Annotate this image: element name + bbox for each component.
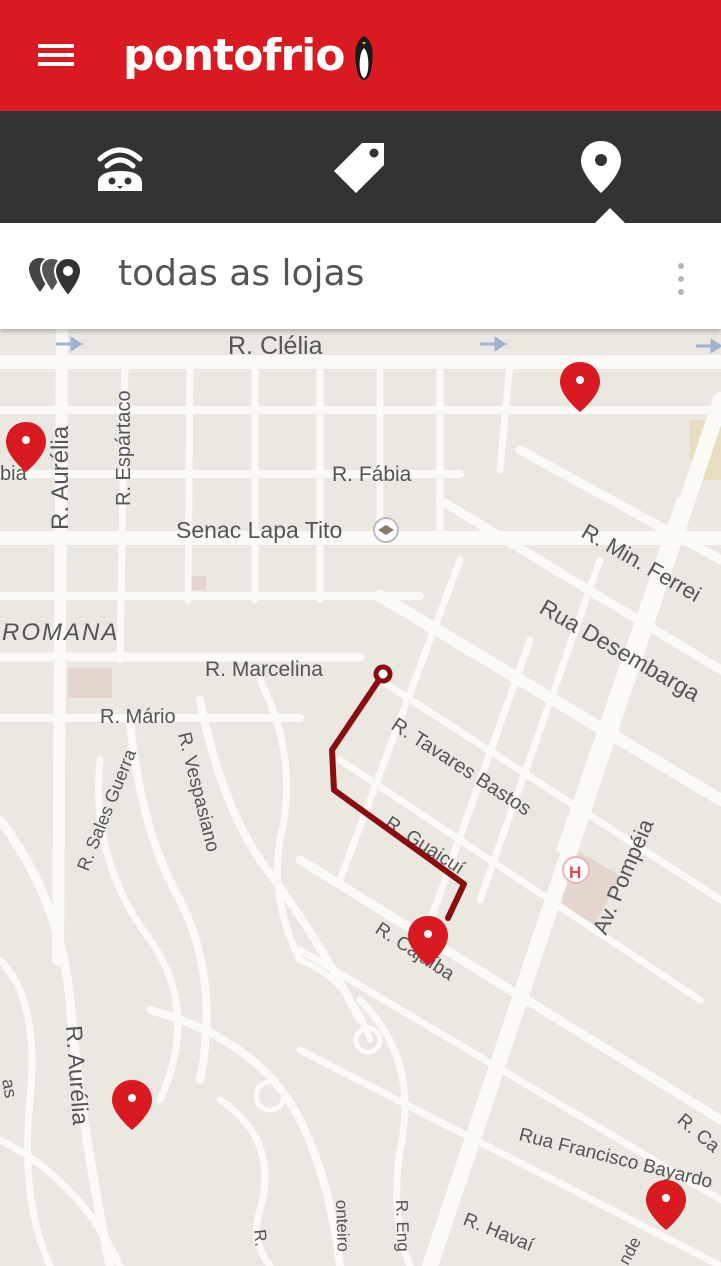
active-tab-indicator <box>595 208 625 223</box>
street-label: R. <box>250 1228 271 1247</box>
store-map[interactable]: R. Clélia R. Aurélia R. Espártaco R. Fáb… <box>0 329 721 1266</box>
location-pin-icon <box>580 141 621 193</box>
route-origin-marker <box>373 664 393 684</box>
street-label: R. Aurélia <box>47 425 74 530</box>
tab-stores[interactable] <box>480 111 721 223</box>
more-vert-icon[interactable] <box>668 260 694 300</box>
app-bar: pontofrio <box>0 0 721 111</box>
street-label: R. Mário <box>100 706 176 728</box>
neighborhood-label: ROMANA <box>2 619 119 646</box>
brand-logo: pontofrio <box>123 30 345 81</box>
street-label: R. Clélia <box>228 332 323 360</box>
penguin-logo-icon <box>355 36 373 80</box>
store-filter-label[interactable]: todas as lojas <box>118 252 364 296</box>
street-label: R. Marcelina <box>205 658 323 681</box>
wifi-penguin-icon <box>97 147 143 191</box>
street-label: R. Eng <box>392 1199 413 1252</box>
tab-penguin-wifi[interactable] <box>0 111 240 223</box>
tab-bar <box>0 111 721 223</box>
price-tag-icon <box>334 143 384 193</box>
street-label: onteiro <box>332 1199 353 1252</box>
multiple-pins-icon <box>29 256 83 298</box>
poi-label: Senac Lapa Tito <box>176 517 342 543</box>
street-label: as <box>0 1077 21 1099</box>
map-canvas[interactable]: R. Clélia R. Aurélia R. Espártaco R. Fáb… <box>0 329 721 1266</box>
hamburger-menu-icon[interactable] <box>36 38 78 72</box>
svg-text:H: H <box>569 863 581 882</box>
tab-offers[interactable] <box>240 111 480 223</box>
street-label: R. Fábia <box>332 463 412 486</box>
street-label: R. Espártaco <box>113 390 135 506</box>
